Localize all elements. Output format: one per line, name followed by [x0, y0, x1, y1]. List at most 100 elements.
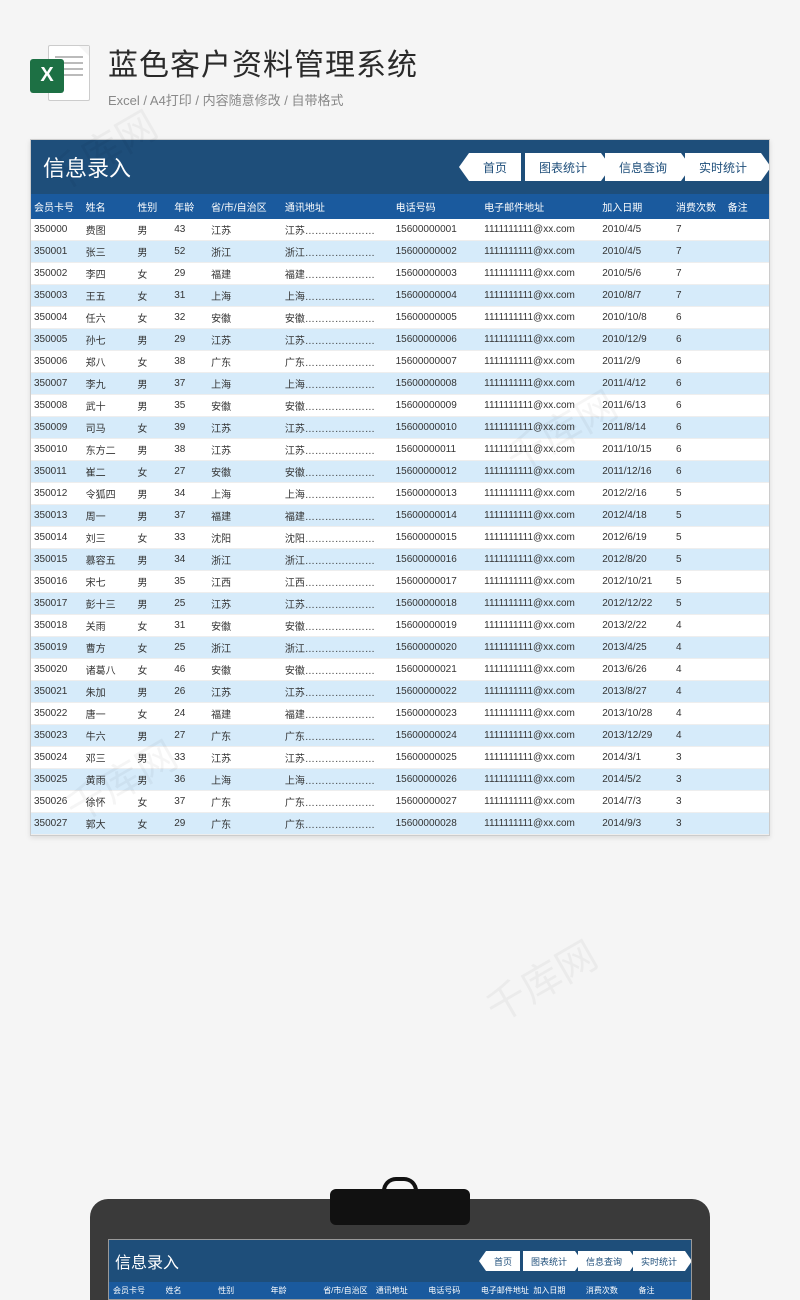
table-cell: 37: [171, 791, 208, 813]
table-cell: 1111111111@xx.com: [481, 549, 599, 571]
table-cell: 郑八: [83, 351, 135, 373]
table-cell: 男: [134, 219, 171, 241]
nav-chart-button[interactable]: 图表统计: [525, 153, 601, 181]
table-cell: 1111111111@xx.com: [481, 725, 599, 747]
mini-nav-realtime[interactable]: 实时统计: [633, 1251, 685, 1271]
table-cell: [725, 791, 769, 813]
table-cell: 上海…………………: [282, 373, 393, 395]
table-cell: 诸葛八: [83, 659, 135, 681]
table-cell: 350013: [31, 505, 83, 527]
table-cell: 15600000010: [393, 417, 482, 439]
page-title: 蓝色客户资料管理系统: [108, 40, 770, 84]
mini-nav-home[interactable]: 首页: [486, 1251, 520, 1271]
table-cell: 福建: [208, 703, 282, 725]
table-cell: 江西: [208, 571, 282, 593]
table-cell: 2013/6/26: [599, 659, 673, 681]
table-row: 350026徐怀女37广东广东…………………156000000271111111…: [31, 791, 769, 813]
table-cell: 24: [171, 703, 208, 725]
table-cell: [725, 417, 769, 439]
table-cell: 2013/4/25: [599, 637, 673, 659]
nav-query-button[interactable]: 信息查询: [605, 153, 681, 181]
table-cell: 15600000005: [393, 307, 482, 329]
table-cell: 46: [171, 659, 208, 681]
mini-nav-chart[interactable]: 图表统计: [523, 1251, 575, 1271]
table-cell: 350015: [31, 549, 83, 571]
table-cell: 任六: [83, 307, 135, 329]
table-cell: 5: [673, 505, 725, 527]
table-cell: 男: [134, 571, 171, 593]
table-cell: 15600000009: [393, 395, 482, 417]
table-cell: 上海…………………: [282, 285, 393, 307]
data-table: 会员卡号姓名性别年龄省/市/自治区通讯地址电话号码电子邮件地址加入日期消费次数备…: [31, 194, 769, 835]
column-header: 备注: [725, 194, 769, 219]
table-row: 350002李四女29福建福建…………………156000000031111111…: [31, 263, 769, 285]
table-cell: 2014/7/3: [599, 791, 673, 813]
mini-nav-query[interactable]: 信息查询: [578, 1251, 630, 1271]
table-cell: 15600000028: [393, 813, 482, 835]
table-cell: 6: [673, 439, 725, 461]
table-cell: 2012/12/22: [599, 593, 673, 615]
nav-home-button[interactable]: 首页: [469, 153, 521, 181]
table-cell: 崔二: [83, 461, 135, 483]
table-cell: 女: [134, 791, 171, 813]
table-cell: 江西…………………: [282, 571, 393, 593]
table-cell: 男: [134, 593, 171, 615]
table-cell: 350007: [31, 373, 83, 395]
table-cell: 15600000001: [393, 219, 482, 241]
table-cell: 3: [673, 813, 725, 835]
table-cell: 37: [171, 373, 208, 395]
table-cell: 李四: [83, 263, 135, 285]
table-cell: [725, 747, 769, 769]
table-cell: 2010/4/5: [599, 241, 673, 263]
table-cell: 7: [673, 241, 725, 263]
table-cell: 1111111111@xx.com: [481, 615, 599, 637]
table-cell: [725, 813, 769, 835]
table-cell: 江苏…………………: [282, 329, 393, 351]
table-cell: 15600000025: [393, 747, 482, 769]
table-cell: 350008: [31, 395, 83, 417]
table-cell: 5: [673, 571, 725, 593]
spreadsheet-preview: 信息录入 首页 图表统计 信息查询 实时统计 会员卡号姓名性别年龄省/市/自治区…: [30, 139, 770, 836]
nav-realtime-button[interactable]: 实时统计: [685, 153, 761, 181]
table-cell: 15600000027: [393, 791, 482, 813]
table-cell: 1111111111@xx.com: [481, 791, 599, 813]
table-cell: 江苏…………………: [282, 439, 393, 461]
table-cell: 上海: [208, 769, 282, 791]
table-cell: 广东: [208, 791, 282, 813]
table-cell: 张三: [83, 241, 135, 263]
table-cell: 6: [673, 351, 725, 373]
table-row: 350016宋七男35江西江西…………………156000000171111111…: [31, 571, 769, 593]
table-cell: 6: [673, 417, 725, 439]
table-cell: 2010/8/7: [599, 285, 673, 307]
table-cell: 2011/2/9: [599, 351, 673, 373]
table-row: 350010东方二男38江苏江苏…………………15600000011111111…: [31, 439, 769, 461]
table-cell: 女: [134, 527, 171, 549]
column-header: 加入日期: [599, 194, 673, 219]
table-row: 350006郑八女38广东广东…………………156000000071111111…: [31, 351, 769, 373]
table-cell: 1111111111@xx.com: [481, 417, 599, 439]
table-cell: 刘三: [83, 527, 135, 549]
table-cell: 15600000015: [393, 527, 482, 549]
table-cell: 5: [673, 483, 725, 505]
table-cell: 25: [171, 593, 208, 615]
table-cell: 7: [673, 263, 725, 285]
table-row: 350015慕容五男34浙江浙江…………………15600000016111111…: [31, 549, 769, 571]
table-cell: 15600000019: [393, 615, 482, 637]
table-cell: 男: [134, 769, 171, 791]
table-cell: 郭大: [83, 813, 135, 835]
mini-column-header: 备注: [638, 1285, 687, 1296]
table-cell: [725, 307, 769, 329]
table-cell: 女: [134, 659, 171, 681]
table-cell: [725, 769, 769, 791]
table-cell: 男: [134, 241, 171, 263]
table-row: 350012令狐四男34上海上海…………………15600000013111111…: [31, 483, 769, 505]
table-cell: 4: [673, 703, 725, 725]
table-cell: 朱加: [83, 681, 135, 703]
table-cell: 2013/10/28: [599, 703, 673, 725]
table-cell: 江苏…………………: [282, 593, 393, 615]
table-cell: 关雨: [83, 615, 135, 637]
mini-column-header: 电话号码: [428, 1285, 477, 1296]
table-cell: 福建…………………: [282, 505, 393, 527]
table-cell: 15600000016: [393, 549, 482, 571]
sheet-title: 信息录入: [39, 151, 131, 183]
